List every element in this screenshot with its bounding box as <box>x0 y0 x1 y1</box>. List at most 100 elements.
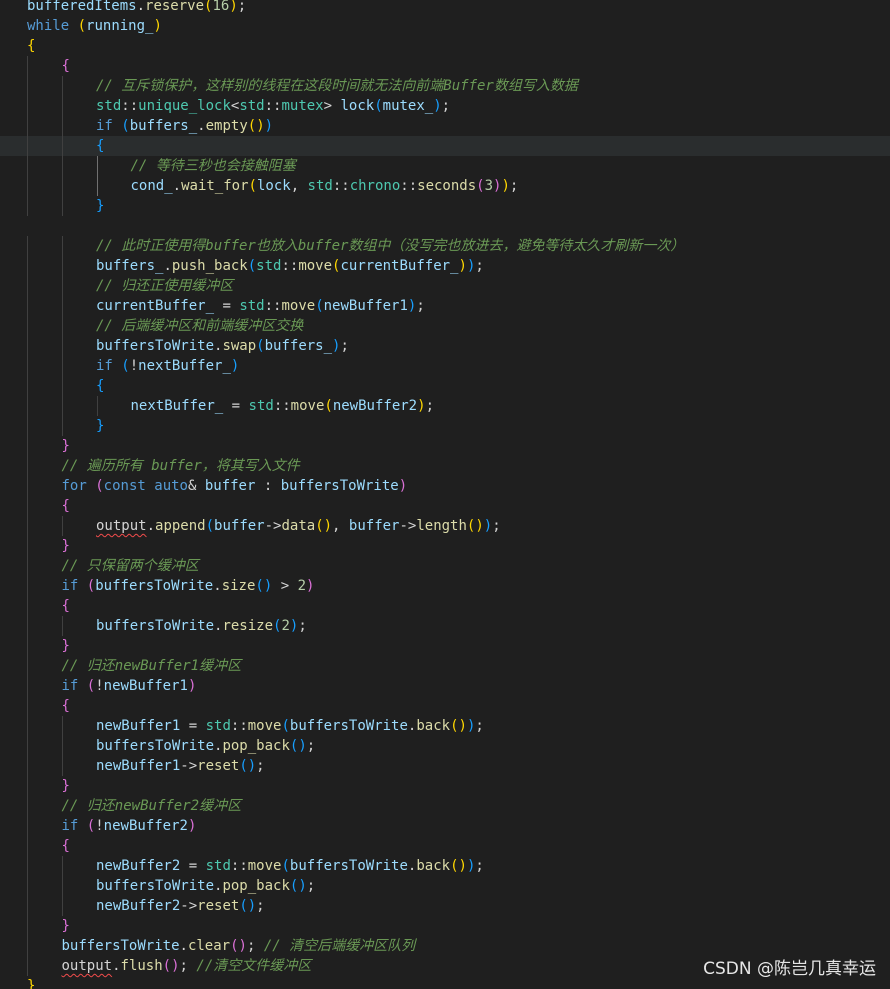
code-token: buffers_ <box>129 118 198 134</box>
code-token: chrono <box>349 178 401 194</box>
code-line[interactable]: // 归还正使用缓冲区 <box>0 276 890 296</box>
code-line[interactable]: { <box>0 136 890 156</box>
code-line[interactable]: buffersToWrite.pop_back(); <box>0 876 890 896</box>
code-line[interactable]: buffersToWrite.resize(2); <box>0 616 890 636</box>
watermark: CSDN @陈岂几真幸运 <box>703 959 876 979</box>
code-line[interactable]: bufferedItems.reserve(16); <box>0 0 890 16</box>
code-line[interactable]: nextBuffer_ = std::move(newBuffer2); <box>0 396 890 416</box>
code-line[interactable]: { <box>0 696 890 716</box>
code-line[interactable]: { <box>0 376 890 396</box>
code-token: flush <box>120 958 163 974</box>
code-line[interactable]: for (const auto& buffer : buffersToWrite… <box>0 476 890 496</box>
code-line[interactable]: } <box>0 436 890 456</box>
code-token: ) <box>433 98 442 114</box>
code-token: ( <box>95 478 104 494</box>
code-token: . <box>136 0 146 14</box>
code-line[interactable]: } <box>0 196 890 216</box>
code-line[interactable]: std::unique_lock<std::mutex> lock(mutex_… <box>0 96 890 116</box>
indent-guide <box>27 476 28 496</box>
indent-guide <box>62 276 63 296</box>
code-token: std <box>205 858 231 874</box>
code-line[interactable]: newBuffer2 = std::move(buffersToWrite.ba… <box>0 856 890 876</box>
code-token: () <box>247 118 265 134</box>
code-line[interactable]: } <box>0 416 890 436</box>
code-token: } <box>27 978 36 989</box>
code-line[interactable]: buffersToWrite.pop_back(); <box>0 736 890 756</box>
code-token: std <box>96 98 122 114</box>
code-token: // 遍历所有 buffer，将其写入文件 <box>61 458 300 474</box>
code-line[interactable]: { <box>0 836 890 856</box>
code-line[interactable]: newBuffer2->reset(); <box>0 896 890 916</box>
code-token: ! <box>95 818 104 834</box>
code-line[interactable]: // 等待三秒也会接触阻塞 <box>0 156 890 176</box>
code-line[interactable]: if (buffersToWrite.size() > 2) <box>0 576 890 596</box>
code-line[interactable]: currentBuffer_ = std::move(newBuffer1); <box>0 296 890 316</box>
code-token: move <box>298 258 333 274</box>
code-token: ) <box>229 0 238 14</box>
code-token: while <box>27 18 70 34</box>
code-text: std::unique_lock<std::mutex> lock(mutex_… <box>96 96 450 116</box>
code-token: move <box>290 398 325 414</box>
code-line[interactable]: { <box>0 56 890 76</box>
indent-guide <box>27 516 28 536</box>
code-line[interactable]: { <box>0 496 890 516</box>
code-token: move <box>247 858 282 874</box>
code-line[interactable]: if (buffers_.empty()) <box>0 116 890 136</box>
code-token: { <box>61 598 70 614</box>
code-line[interactable]: if (!newBuffer1) <box>0 676 890 696</box>
code-token: ; <box>306 738 316 754</box>
code-line[interactable]: } <box>0 776 890 796</box>
code-token: //清空文件缓冲区 <box>196 958 312 974</box>
code-text: output.flush(); //清空文件缓冲区 <box>62 956 312 976</box>
code-line[interactable]: cond_.wait_for(lock, std::chrono::second… <box>0 176 890 196</box>
code-line[interactable]: } <box>0 536 890 556</box>
code-line[interactable]: buffersToWrite.swap(buffers_); <box>0 336 890 356</box>
code-token: newBuffer2 <box>96 858 181 874</box>
code-line[interactable]: // 归还newBuffer1缓冲区 <box>0 656 890 676</box>
indent-guide <box>62 236 63 256</box>
code-line[interactable]: // 只保留两个缓冲区 <box>0 556 890 576</box>
code-line[interactable]: // 互斥锁保护，这样别的线程在这段时间就无法向前端Buffer数组写入数据 <box>0 76 890 96</box>
code-token: -> <box>180 758 198 774</box>
code-text: if (buffers_.empty()) <box>96 116 273 136</box>
code-line[interactable]: newBuffer1 = std::move(buffersToWrite.ba… <box>0 716 890 736</box>
code-line[interactable]: if (!newBuffer2) <box>0 816 890 836</box>
code-token: ( <box>374 98 383 114</box>
code-text: { <box>96 376 104 396</box>
code-token: ( <box>247 258 257 274</box>
code-line[interactable]: { <box>0 36 890 56</box>
code-line[interactable]: while (running_) <box>0 16 890 36</box>
code-line[interactable] <box>0 216 890 236</box>
code-line[interactable]: buffersToWrite.clear(); // 清空后端缓冲区队列 <box>0 936 890 956</box>
code-token: buffers_ <box>96 258 164 274</box>
indent-guide <box>97 156 98 176</box>
code-line[interactable]: newBuffer1->reset(); <box>0 756 890 776</box>
code-token: ; <box>509 178 519 194</box>
code-line[interactable]: buffers_.push_back(std::move(currentBuff… <box>0 256 890 276</box>
indent-guide <box>27 136 28 156</box>
code-line[interactable]: // 归还newBuffer2缓冲区 <box>0 796 890 816</box>
indent-guide <box>27 876 28 896</box>
code-line[interactable]: output.append(buffer->data(), buffer->le… <box>0 516 890 536</box>
code-line[interactable]: { <box>0 596 890 616</box>
indent-guide <box>27 176 28 196</box>
code-token: buffersToWrite <box>96 738 215 754</box>
code-token: unique_lock <box>138 98 231 114</box>
indent-guide <box>62 316 63 336</box>
code-text: buffersToWrite.pop_back(); <box>96 876 315 896</box>
code-line[interactable]: } <box>0 916 890 936</box>
code-line[interactable]: // 此时正使用得buffer也放入buffer数组中（没写完也放进去，避免等待… <box>0 236 890 256</box>
code-token: . <box>179 938 188 954</box>
indent-guide <box>27 456 28 476</box>
code-line[interactable]: // 后端缓冲区和前端缓冲区交换 <box>0 316 890 336</box>
code-token: ; <box>237 0 247 14</box>
code-token: output <box>96 518 147 534</box>
code-token: () <box>162 958 180 974</box>
code-line[interactable]: } <box>0 636 890 656</box>
code-token: std <box>256 258 282 274</box>
code-line[interactable]: // 遍历所有 buffer，将其写入文件 <box>0 456 890 476</box>
code-line[interactable]: if (!nextBuffer_) <box>0 356 890 376</box>
code-token: swap <box>222 338 257 354</box>
code-editor[interactable]: bufferedItems.reserve(16); while (running… <box>0 0 890 989</box>
